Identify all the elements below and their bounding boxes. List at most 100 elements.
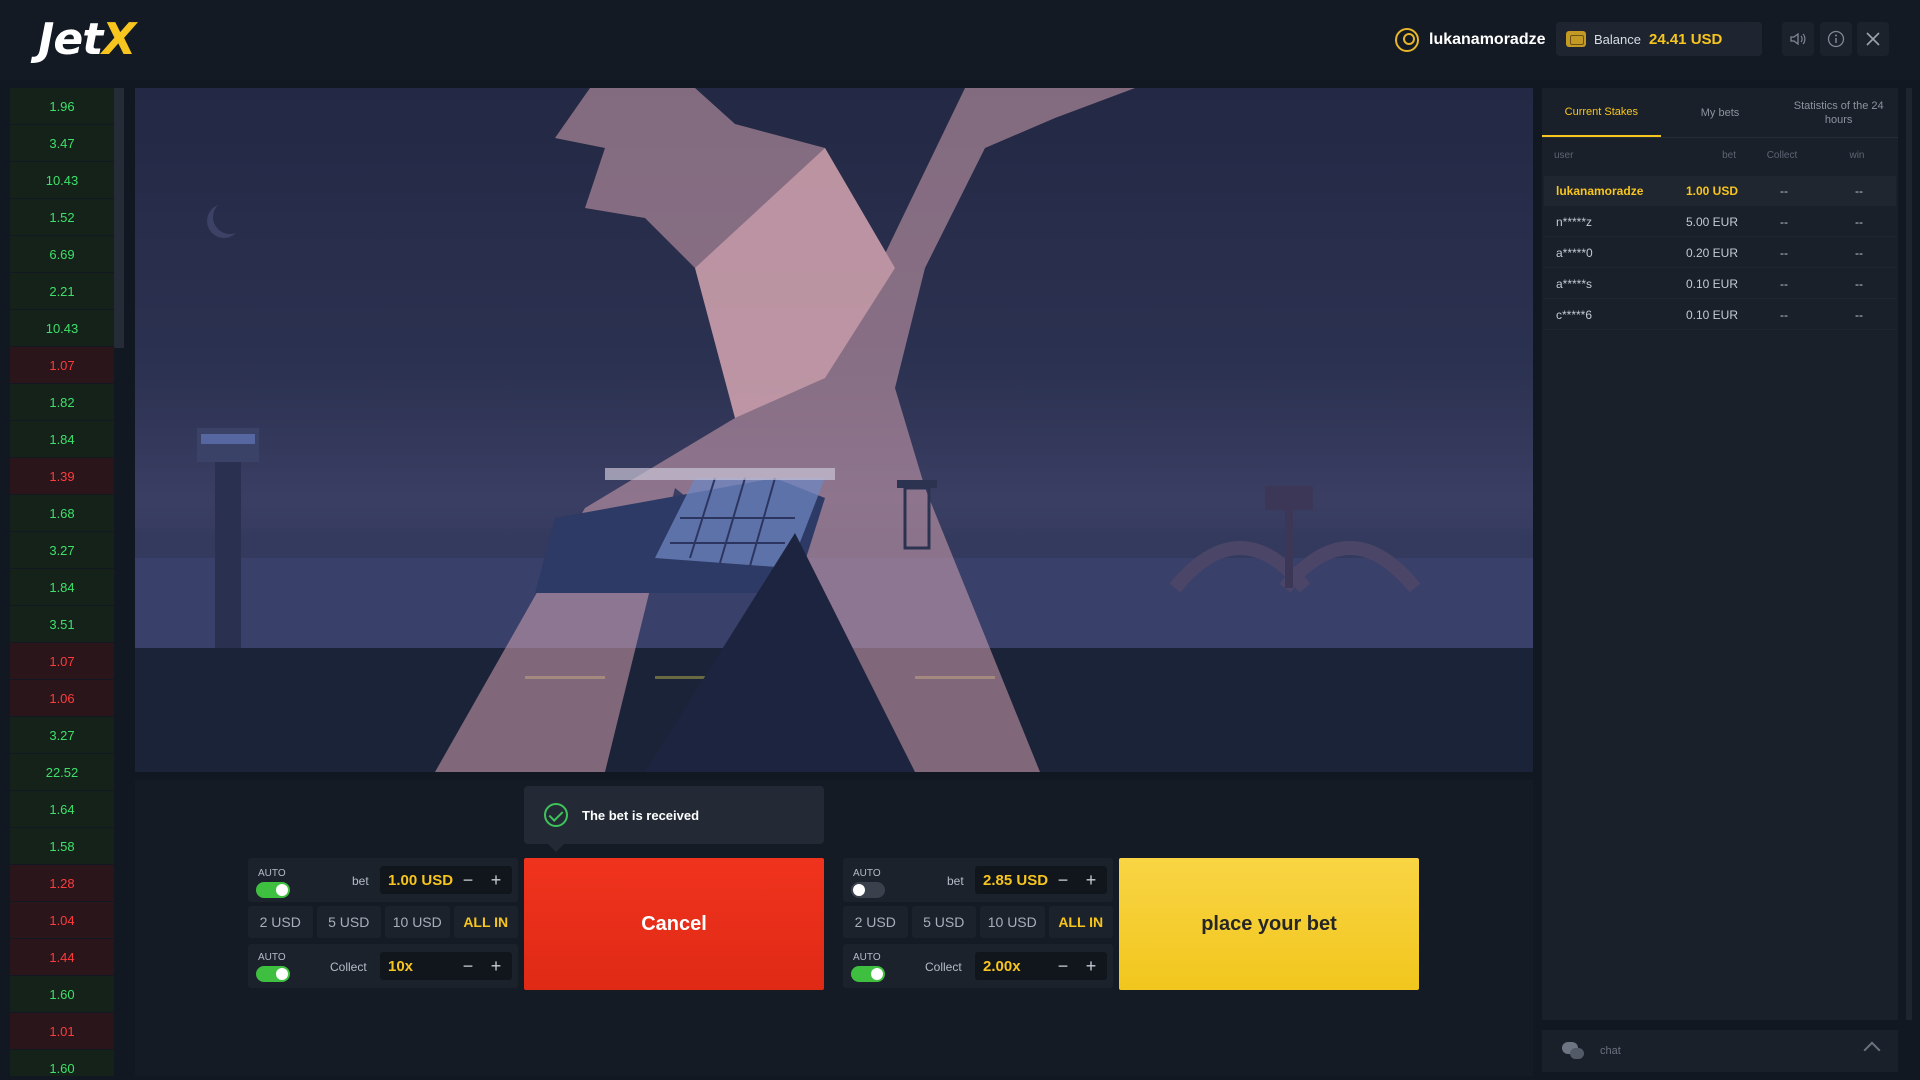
- tab-current-stakes[interactable]: Current Stakes: [1542, 88, 1661, 137]
- quick-bet-10-usd[interactable]: 10 USD: [385, 906, 450, 938]
- history-multiplier: 10.43: [10, 310, 114, 346]
- col-user: user: [1554, 150, 1574, 161]
- history-multiplier: 1.64: [10, 791, 114, 827]
- decrease-collect-button[interactable]: −: [1049, 952, 1077, 980]
- stake-bet: 0.10 EUR: [1685, 307, 1738, 322]
- cancel-bet-button[interactable]: Cancel: [524, 858, 824, 990]
- col-win: win: [1849, 150, 1865, 161]
- history-multiplier: 1.44: [10, 939, 114, 975]
- history-multiplier: 1.07: [10, 643, 114, 679]
- collect-multiplier-field[interactable]: 2.00x − +: [975, 952, 1107, 980]
- all-in-button[interactable]: ALL IN: [453, 906, 518, 938]
- stake-collect: --: [1780, 307, 1788, 322]
- history-multiplier: 1.39: [10, 458, 114, 494]
- quick-bet-5-usd[interactable]: 5 USD: [316, 906, 381, 938]
- history-multiplier: 1.68: [10, 495, 114, 531]
- history-multiplier: 1.82: [10, 384, 114, 420]
- history-multiplier: 10.43: [10, 162, 114, 198]
- collect-multiplier-value: 10x: [388, 957, 414, 975]
- decrease-collect-button[interactable]: −: [454, 952, 482, 980]
- history-multiplier: 1.84: [10, 421, 114, 457]
- all-in-button[interactable]: ALL IN: [1048, 906, 1113, 938]
- bet-amount-value: 2.85 USD: [983, 871, 1049, 889]
- stake-win: --: [1855, 214, 1863, 229]
- collect-multiplier-field[interactable]: 10x − +: [380, 952, 512, 980]
- collect-row: AUTO Collect 2.00x − +: [843, 944, 1113, 988]
- sidebar-tabs: Current Stakes My bets Statistics of the…: [1542, 88, 1898, 138]
- close-button[interactable]: [1857, 22, 1889, 56]
- decrease-bet-button[interactable]: −: [454, 866, 482, 894]
- auto-collect-toggle[interactable]: [256, 966, 290, 982]
- auto-bet-label: AUTO: [258, 868, 286, 879]
- auto-bet-toggle[interactable]: [851, 882, 885, 898]
- stake-collect: --: [1780, 214, 1788, 229]
- quick-bet-2-usd[interactable]: 2 USD: [843, 906, 908, 938]
- stake-row: n*****z 5.00 EUR -- --: [1544, 207, 1896, 237]
- history-multiplier: 1.07: [10, 347, 114, 383]
- history-scrollbar[interactable]: [114, 88, 124, 348]
- stake-collect: --: [1780, 276, 1788, 291]
- stake-bet: 5.00 EUR: [1685, 214, 1738, 229]
- history-multiplier: 3.47: [10, 125, 114, 161]
- check-circle-icon: [544, 803, 568, 827]
- stake-collect: --: [1780, 183, 1788, 198]
- bet-amount-row: AUTO bet 2.85 USD − +: [843, 858, 1113, 902]
- info-icon: [1827, 30, 1845, 48]
- chevron-up-icon[interactable]: [1863, 1041, 1881, 1059]
- auto-collect-toggle[interactable]: [851, 966, 885, 982]
- toast-text: The bet is received: [582, 807, 700, 823]
- stake-bet: 1.00 USD: [1685, 183, 1738, 198]
- history-multiplier: 22.52: [10, 754, 114, 790]
- balance-label: Balance: [1594, 31, 1641, 47]
- increase-collect-button[interactable]: +: [482, 952, 510, 980]
- user-info: lukanamoradze: [1395, 26, 1545, 54]
- stake-win: --: [1855, 183, 1863, 198]
- history-multiplier: 1.60: [10, 976, 114, 1012]
- stake-row: a*****s 0.10 EUR -- --: [1544, 269, 1896, 299]
- history-multiplier: 1.84: [10, 569, 114, 605]
- increase-bet-button[interactable]: +: [482, 866, 510, 894]
- increase-bet-button[interactable]: +: [1077, 866, 1105, 894]
- history-multiplier: 1.60: [10, 1050, 114, 1076]
- game-canvas: [135, 88, 1533, 772]
- place-bet-button[interactable]: place your bet: [1119, 858, 1419, 990]
- increase-collect-button[interactable]: +: [1077, 952, 1105, 980]
- quick-bet-row: 2 USD 5 USD 10 USD ALL IN: [843, 906, 1113, 938]
- bet-panel-1: AUTO bet 1.00 USD − + 2 USD 5 USD 10 USD…: [248, 858, 518, 992]
- stake-collect: --: [1780, 245, 1788, 260]
- tab-my-bets[interactable]: My bets: [1661, 88, 1780, 137]
- chat-bar[interactable]: chat: [1542, 1030, 1898, 1072]
- info-button[interactable]: [1820, 22, 1852, 56]
- tab-statistics-24h[interactable]: Statistics of the 24 hours: [1779, 88, 1898, 137]
- page-scrollbar[interactable]: [1906, 88, 1912, 1020]
- decrease-bet-button[interactable]: −: [1049, 866, 1077, 894]
- stake-row: lukanamoradze 1.00 USD -- --: [1544, 176, 1896, 206]
- auto-collect-label: AUTO: [853, 952, 881, 963]
- sound-button[interactable]: [1782, 22, 1814, 56]
- history-multiplier: 1.52: [10, 199, 114, 235]
- collect-label: Collect: [330, 960, 367, 974]
- chat-label: chat: [1600, 1045, 1621, 1057]
- stake-win: --: [1855, 245, 1863, 260]
- bet-amount-field[interactable]: 2.85 USD − +: [975, 866, 1107, 894]
- quick-bet-10-usd[interactable]: 10 USD: [980, 906, 1045, 938]
- stake-user: a*****0: [1556, 245, 1593, 260]
- stake-user: n*****z: [1556, 214, 1593, 229]
- quick-bet-5-usd[interactable]: 5 USD: [911, 906, 976, 938]
- top-header: JetX lukanamoradze Balance 24.41 USD: [0, 0, 1920, 80]
- collect-multiplier-value: 2.00x: [983, 957, 1021, 975]
- collect-row: AUTO Collect 10x − +: [248, 944, 518, 988]
- balance-value: 24.41 USD: [1648, 30, 1723, 48]
- history-multiplier: 1.58: [10, 828, 114, 864]
- jetx-logo: JetX: [38, 14, 136, 65]
- auto-bet-toggle[interactable]: [256, 882, 290, 898]
- collect-label: Collect: [925, 960, 962, 974]
- bet-amount-row: AUTO bet 1.00 USD − +: [248, 858, 518, 902]
- bet-amount-field[interactable]: 1.00 USD − +: [380, 866, 512, 894]
- quick-bet-2-usd[interactable]: 2 USD: [248, 906, 313, 938]
- stake-row: c*****6 0.10 EUR -- --: [1544, 300, 1896, 330]
- close-icon: [1866, 32, 1880, 46]
- stakes-sidebar: Current Stakes My bets Statistics of the…: [1542, 88, 1898, 1020]
- stakes-column-headers: user bet Collect win: [1542, 150, 1898, 166]
- history-multiplier: 3.51: [10, 606, 114, 642]
